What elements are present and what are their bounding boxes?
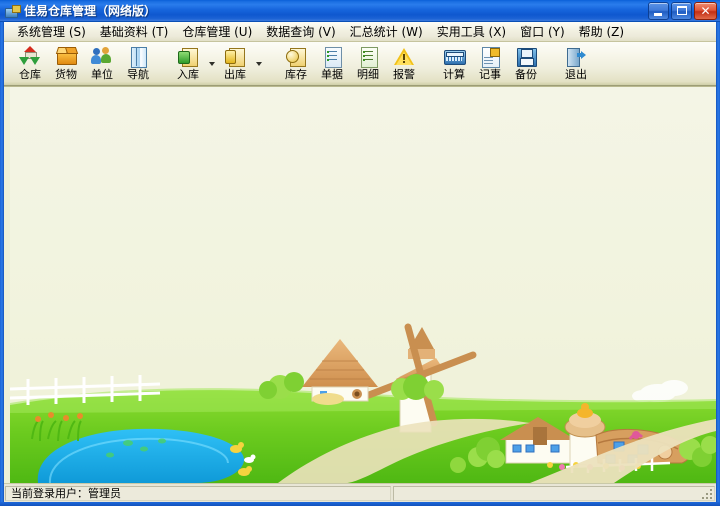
window-title: 佳易仓库管理（网络版）: [24, 4, 157, 18]
menu-item-basic-data[interactable]: 基础资料 (T): [93, 23, 176, 41]
menu-item-warehouse[interactable]: 仓库管理 (U): [175, 23, 259, 41]
warehouse-icon: [19, 46, 41, 67]
toolbar-label-inventory: 库存: [285, 68, 307, 81]
menu-item-data-query[interactable]: 数据查询 (V): [259, 23, 342, 41]
toolbar-label-calculator: 计算: [443, 68, 465, 81]
menu-bar: 系统管理 (S) 基础资料 (T) 仓库管理 (U) 数据查询 (V) 汇总统计…: [4, 22, 716, 42]
toolbar-label-stock-out: 出库: [224, 68, 246, 81]
toolbar-label-exit: 退出: [565, 68, 587, 81]
minimize-button[interactable]: [648, 1, 669, 20]
maximize-button[interactable]: [671, 1, 692, 20]
backup-floppy-icon: [515, 46, 537, 67]
inventory-icon: [285, 46, 307, 67]
menu-item-window[interactable]: 窗口 (Y): [513, 23, 572, 41]
status-current-user: 当前登录用户：管理员: [11, 486, 121, 500]
minimize-icon: [654, 12, 662, 16]
detail-list-icon: [357, 46, 379, 68]
menu-item-help[interactable]: 帮助 (Z): [572, 23, 631, 41]
toolbar-button-alarm[interactable]: 报警: [386, 44, 422, 84]
chevron-down-icon: [208, 62, 215, 66]
toolbar-button-document[interactable]: 单据: [314, 44, 350, 84]
resize-grip[interactable]: [702, 488, 712, 499]
goods-box-icon: [55, 46, 79, 67]
people-unit-icon: [91, 46, 113, 67]
menu-item-tools[interactable]: 实用工具 (X): [430, 23, 513, 41]
app-warehouse-icon: [4, 3, 21, 19]
close-button[interactable]: ✕: [694, 1, 717, 20]
window-border-right: [716, 22, 720, 506]
toolbar-button-notepad[interactable]: 记事: [472, 44, 508, 84]
stock-out-dropdown-arrow[interactable]: [253, 44, 264, 84]
toolbar-button-calculator[interactable]: 计算: [436, 44, 472, 84]
exit-door-icon: [565, 46, 587, 67]
toolbar-button-stock-out[interactable]: 出库: [217, 44, 253, 84]
toolbar: 仓库 货物 单位 导航 入库 出库 库存 单据 明细 报警 计算 记事 备份 退…: [4, 42, 716, 86]
window-controls: ✕: [648, 1, 717, 20]
title-bar[interactable]: 佳易仓库管理（网络版） ✕: [0, 0, 720, 22]
toolbar-label-warehouse: 仓库: [19, 68, 41, 81]
chevron-down-icon: [255, 62, 262, 66]
toolbar-label-goods: 货物: [55, 68, 77, 81]
status-panel-user: 当前登录用户：管理员: [5, 485, 391, 501]
toolbar-button-unit[interactable]: 单位: [84, 44, 120, 84]
stock-out-icon: [224, 46, 246, 67]
calculator-icon: [443, 46, 466, 67]
notepad-icon: [479, 46, 501, 68]
mdi-background: [10, 87, 716, 483]
toolbar-label-stock-in: 入库: [177, 68, 199, 81]
toolbar-label-navigation: 导航: [127, 68, 149, 81]
status-bar: 当前登录用户：管理员: [4, 483, 716, 502]
alarm-warning-icon: [393, 46, 415, 67]
close-icon: ✕: [700, 3, 711, 18]
toolbar-button-exit[interactable]: 退出: [558, 44, 594, 84]
application-window: 佳易仓库管理（网络版） ✕ 系统管理 (S) 基础资料 (T) 仓库管理 (U)…: [0, 0, 720, 506]
toolbar-button-inventory[interactable]: 库存: [278, 44, 314, 84]
farm-scene-illustration: [10, 87, 716, 483]
window-border-bottom: [0, 502, 720, 506]
toolbar-label-notepad: 记事: [479, 68, 501, 81]
status-panel-secondary: [393, 485, 715, 501]
toolbar-label-detail: 明细: [357, 68, 379, 81]
toolbar-button-warehouse[interactable]: 仓库: [12, 44, 48, 84]
toolbar-label-alarm: 报警: [393, 68, 415, 81]
maximize-icon: [677, 5, 687, 15]
stock-in-dropdown-arrow[interactable]: [206, 44, 217, 84]
toolbar-label-document: 单据: [321, 68, 343, 81]
mdi-client-area: [4, 86, 716, 483]
toolbar-label-unit: 单位: [91, 68, 113, 81]
toolbar-button-backup[interactable]: 备份: [508, 44, 544, 84]
menu-item-system[interactable]: 系统管理 (S): [10, 23, 93, 41]
toolbar-button-stock-in[interactable]: 入库: [170, 44, 206, 84]
toolbar-button-detail[interactable]: 明细: [350, 44, 386, 84]
navigation-icon: [127, 46, 149, 68]
toolbar-button-goods[interactable]: 货物: [48, 44, 84, 84]
stock-in-icon: [177, 46, 199, 67]
toolbar-button-navigation[interactable]: 导航: [120, 44, 156, 84]
menu-item-summary-stats[interactable]: 汇总统计 (W): [343, 23, 430, 41]
document-icon: [321, 46, 343, 68]
toolbar-label-backup: 备份: [515, 68, 537, 81]
